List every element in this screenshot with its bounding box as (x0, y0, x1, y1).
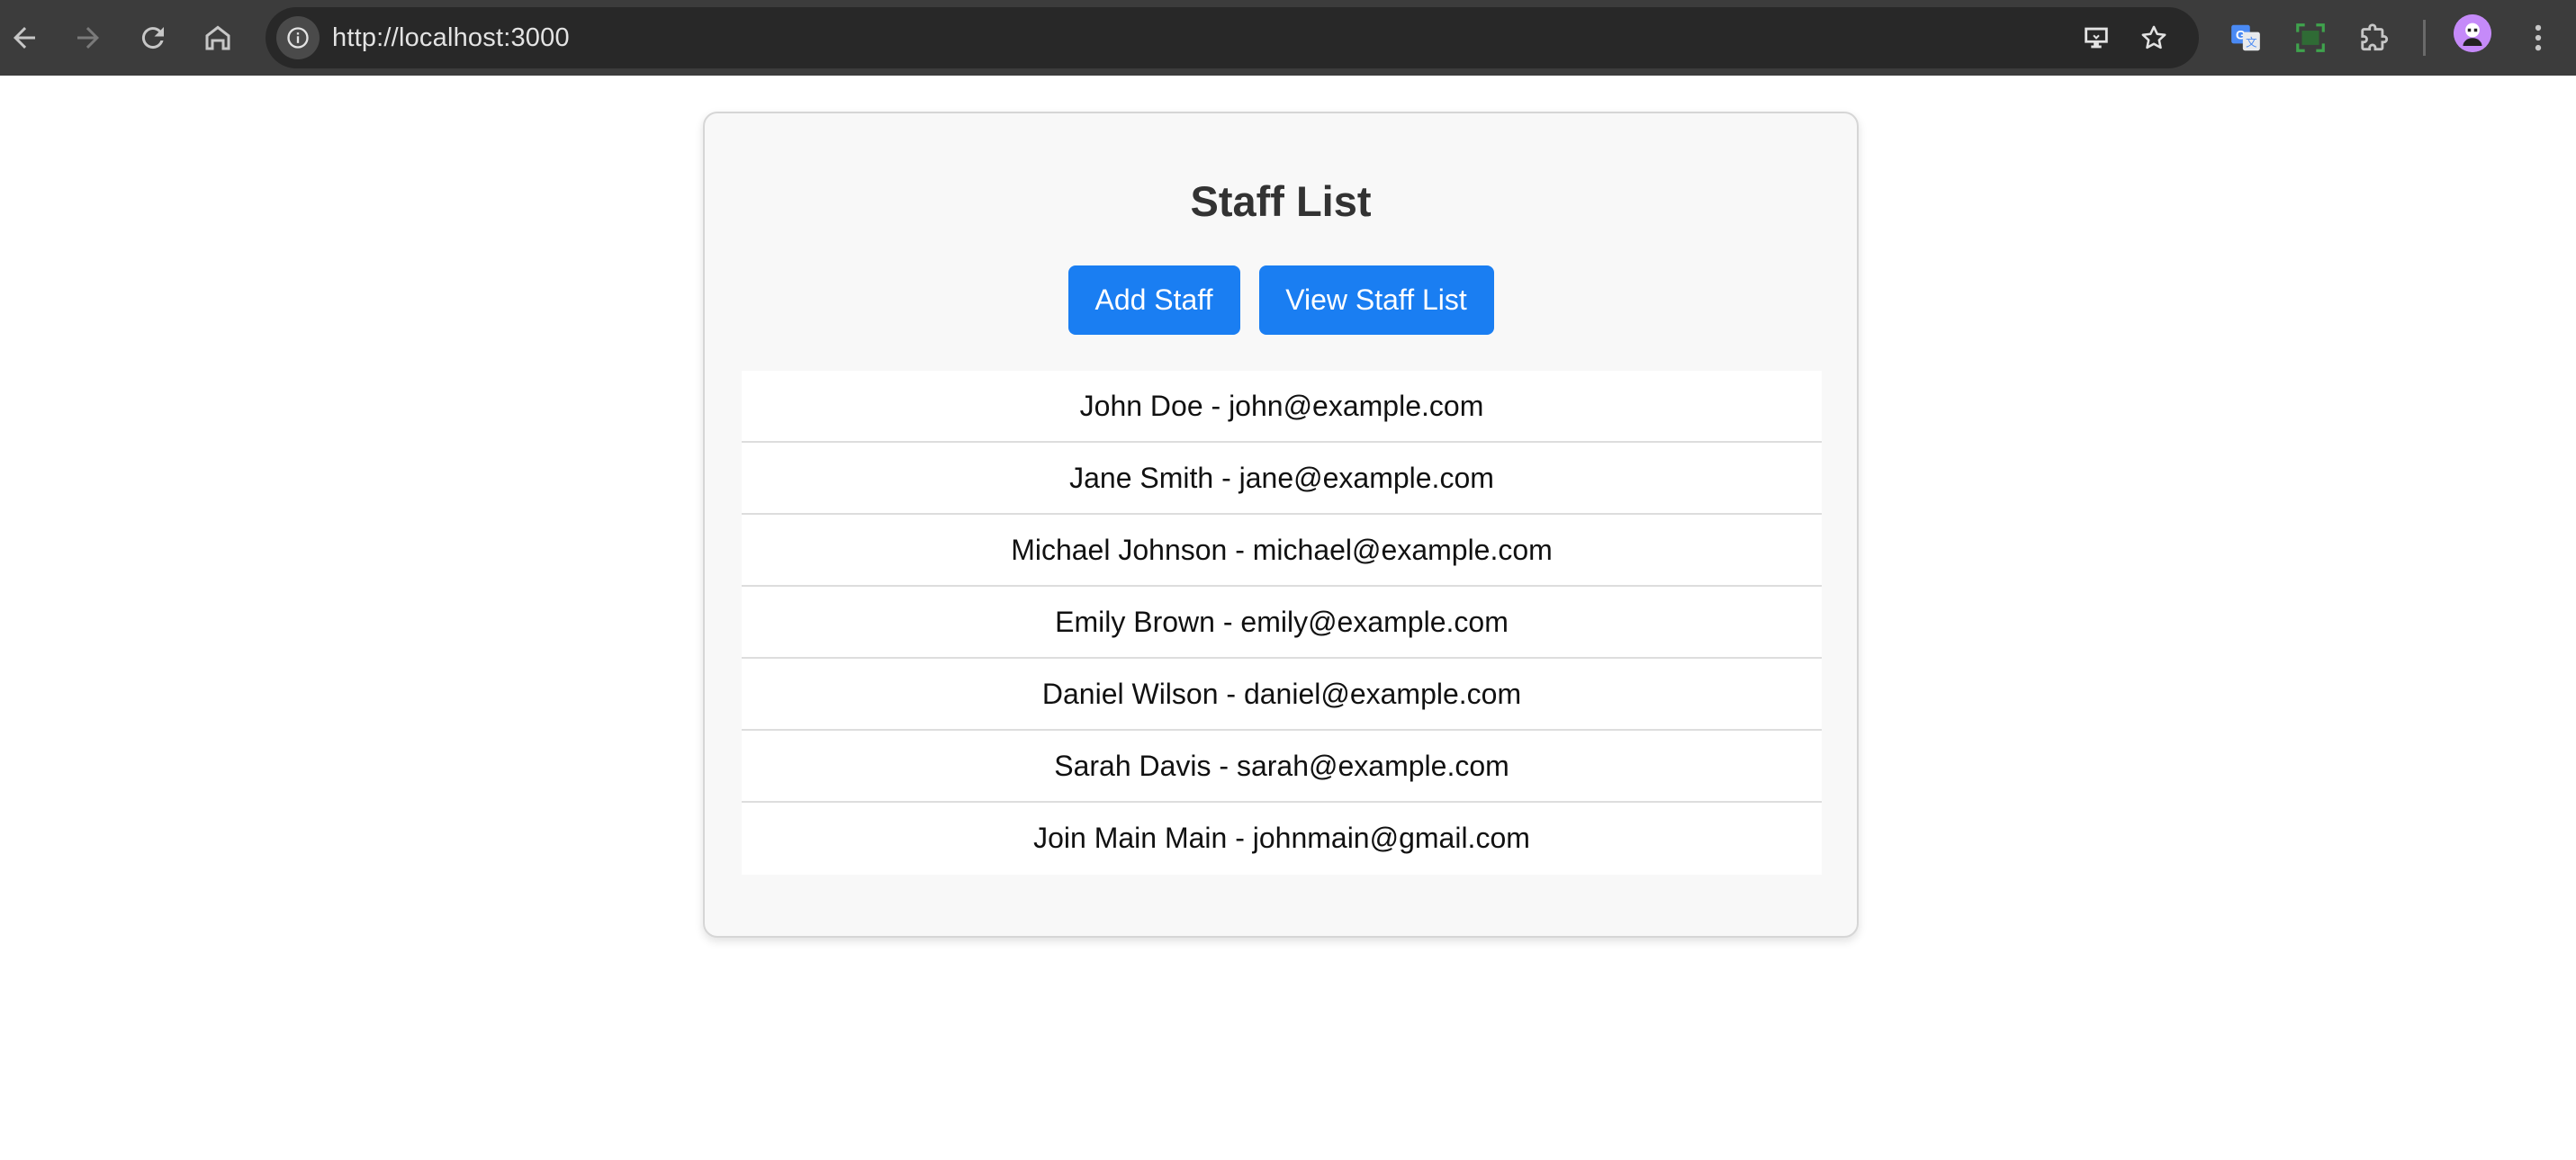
url-text[interactable]: http://localhost:3000 (332, 7, 570, 68)
info-icon (287, 27, 309, 49)
google-translate-icon: G文 (2231, 24, 2260, 51)
forward-arrow-icon (77, 27, 99, 49)
install-app-icon (2085, 27, 2108, 49)
add-staff-button[interactable]: Add Staff (1067, 265, 1240, 335)
address-bar[interactable]: http://localhost:3000 (266, 7, 2199, 68)
staff-list-item: Jane Smith - jane@example.com (742, 443, 1822, 515)
staff-list-item: Michael Johnson - michael@example.com (742, 515, 1822, 587)
action-buttons: Add Staff View Staff List (705, 265, 1857, 335)
reload-button[interactable] (126, 11, 180, 65)
forward-button[interactable] (61, 11, 115, 65)
install-app-button[interactable] (2075, 16, 2118, 59)
staff-list-item: Sarah Davis - sarah@example.com (742, 731, 1822, 803)
staff-list-item: Join Main Main - johnmain@gmail.com (742, 803, 1822, 875)
staff-list-item: Daniel Wilson - daniel@example.com (742, 659, 1822, 731)
reload-icon (141, 27, 164, 49)
kebab-menu-icon (2535, 24, 2542, 51)
profile-avatar[interactable] (2454, 14, 2491, 52)
view-staff-list-button[interactable]: View Staff List (1258, 265, 1494, 335)
staff-card: Staff List Add Staff View Staff List Joh… (703, 112, 1859, 938)
home-icon (205, 25, 230, 50)
extensions-button[interactable] (2350, 13, 2400, 63)
staff-list-item: John Doe - john@example.com (742, 371, 1822, 443)
back-button[interactable] (0, 11, 51, 65)
puzzle-icon (2361, 23, 2389, 51)
page-title: Staff List (1190, 177, 1372, 225)
site-info-button[interactable] (276, 16, 320, 59)
translate-extension-button[interactable]: G文 (2220, 13, 2271, 63)
star-icon (2141, 25, 2166, 49)
bookmark-button[interactable] (2132, 16, 2175, 59)
staff-list: John Doe - john@example.com Jane Smith -… (742, 371, 1822, 875)
screenshot-icon (2296, 23, 2325, 52)
browser-menu-button[interactable] (2513, 13, 2563, 63)
svg-text:文: 文 (2246, 37, 2257, 49)
browser-toolbar: http://localhost:3000 G文 (0, 0, 2576, 76)
home-button[interactable] (191, 11, 245, 65)
avatar-icon (2454, 14, 2491, 52)
screenshot-extension-button[interactable] (2285, 13, 2336, 63)
toolbar-divider (2423, 20, 2426, 56)
staff-list-item: Emily Brown - emily@example.com (742, 587, 1822, 659)
back-arrow-icon (14, 27, 35, 49)
